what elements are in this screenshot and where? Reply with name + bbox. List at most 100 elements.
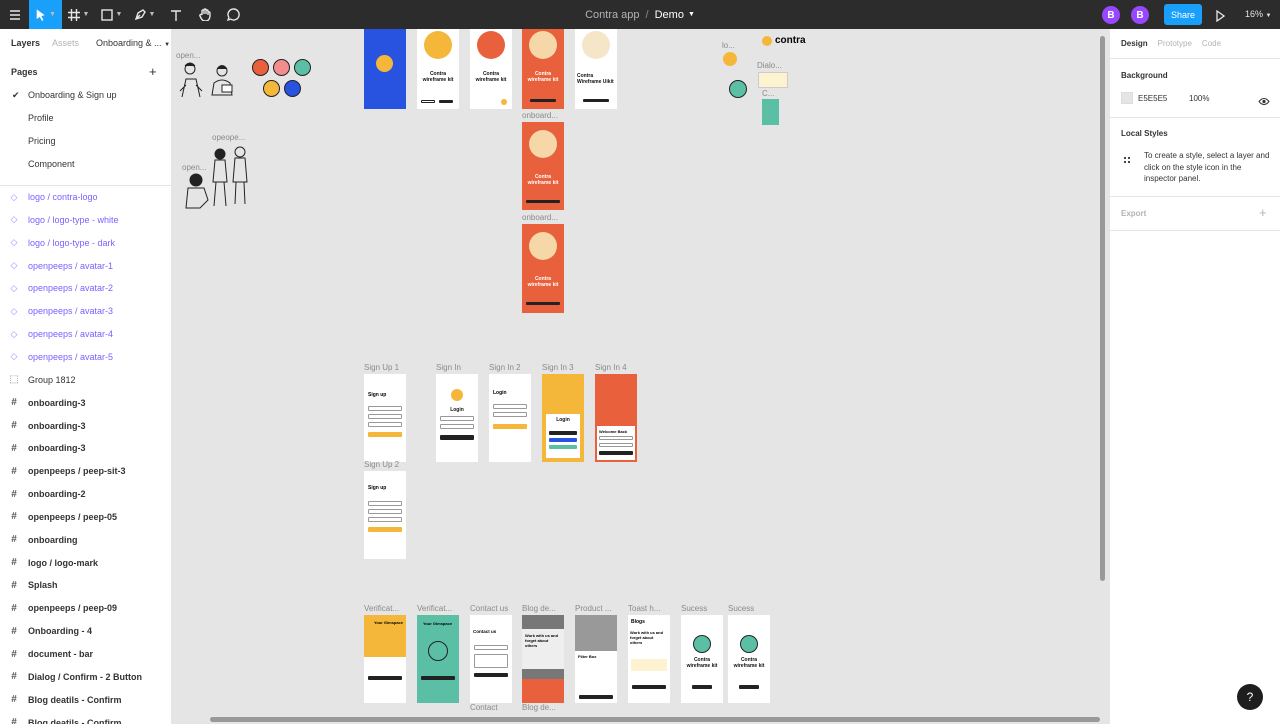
vertical-scrollbar[interactable] [1100,36,1105,581]
text-tool-button[interactable] [161,0,190,29]
layer-item[interactable]: ⬚ Group 1812 [0,369,171,391]
signin-frame[interactable]: Login [489,374,531,462]
layer-item[interactable]: # onboarding [0,528,171,551]
tab-code[interactable]: Code [1202,39,1221,48]
product-frame[interactable]: Filter Box [575,615,617,703]
background-hex-input[interactable]: E5E5E5 [1138,94,1167,103]
layer-item[interactable]: # Onboarding - 4 [0,620,171,643]
frame-label[interactable]: Sign Up 1 [364,363,399,372]
tab-design[interactable]: Design [1121,39,1148,48]
onboarding-frame[interactable]: Contra wireframe kit [522,122,564,210]
page-item-onboarding[interactable]: Onboarding & Sign up [28,90,117,100]
success-frame[interactable]: Contra wireframe kit [681,615,723,703]
present-button[interactable] [1215,9,1226,23]
layer-item[interactable]: ◇ logo / contra-logo [0,186,171,208]
frame-label[interactable]: Verificat... [364,604,399,613]
layer-item[interactable]: ◇ openpeeps / avatar-1 [0,255,171,277]
frame-label[interactable]: Sucess [728,604,754,613]
frame-label[interactable]: opeope... [212,133,245,142]
frame-label[interactable]: Contact [470,703,498,712]
signin-frame[interactable]: Login [542,374,584,462]
frame-label[interactable]: Dialo... [757,61,782,70]
layer-item[interactable]: # onboarding-3 [0,414,171,437]
comment-tool-button[interactable] [219,0,248,29]
share-button[interactable]: Share [1164,4,1202,25]
tab-prototype[interactable]: Prototype [1158,39,1192,48]
frame-label[interactable]: Sign In 3 [542,363,574,372]
blog-frame[interactable]: Work with us and forget about others [522,615,564,703]
avatar[interactable]: B [1102,6,1120,24]
signup-frame[interactable]: Sign up [364,374,406,462]
frame-label[interactable]: open... [176,51,200,60]
toast-frame[interactable]: Blogs Work with us and forget about othe… [628,615,670,703]
people-illustration[interactable] [178,61,238,99]
frame-label[interactable]: Verificat... [417,604,452,613]
layer-item[interactable]: ◇ openpeeps / avatar-3 [0,300,171,322]
tab-assets[interactable]: Assets [52,38,79,48]
eye-icon[interactable] [1258,93,1270,111]
frame-tool-button[interactable]: ▼ [62,0,95,29]
frame-label[interactable]: onboard... [522,111,558,120]
contra-logo-icon[interactable] [723,52,737,66]
layer-item[interactable]: # logo / logo-mark [0,551,171,574]
project-name[interactable]: Contra app [585,9,639,21]
move-tool-button[interactable]: ▼ [29,0,62,29]
canvas[interactable]: open... opeope... open... Contra wirefra… [172,29,1109,724]
signup-frame[interactable]: Sign up [364,471,406,559]
frame-label[interactable]: Blog de... [522,703,556,712]
frame-label[interactable]: lo... [722,41,735,50]
layer-item[interactable]: # onboarding-3 [0,437,171,460]
onboarding-frame[interactable]: Contra Wireframe Uikit [575,29,617,109]
signin-frame[interactable]: Login [436,374,478,462]
frame-label[interactable]: Product ... [575,604,611,613]
contact-frame[interactable]: Contact us [470,615,512,703]
help-button[interactable]: ? [1237,684,1263,710]
avatar[interactable]: B [1131,6,1149,24]
layer-item[interactable]: ◇ openpeeps / avatar-5 [0,346,171,368]
add-page-icon[interactable]: + [149,64,157,79]
hamburger-icon[interactable] [0,0,29,29]
layer-item[interactable]: ◇ openpeeps / avatar-4 [0,323,171,345]
people-illustration[interactable] [182,144,252,212]
dialog-frame[interactable] [758,72,788,88]
onboarding-frame[interactable]: Contra wireframe kit [417,29,459,109]
pen-tool-button[interactable]: ▼ [128,0,161,29]
chevron-down-icon[interactable]: ▼ [688,11,695,18]
rectangle-tool-button[interactable]: ▼ [95,0,128,29]
page-name[interactable]: Demo [655,9,684,21]
onboarding-frame[interactable]: Contra wireframe kit [522,29,564,109]
hand-tool-button[interactable] [190,0,219,29]
layer-item[interactable]: # openpeeps / peep-05 [0,505,171,528]
background-swatch[interactable] [1121,92,1133,104]
onboarding-frame[interactable]: Contra wireframe kit [522,224,564,313]
frame-label[interactable]: Sign In [436,363,461,372]
onboarding-frame[interactable]: Contra wireframe kit [470,29,512,109]
layer-item[interactable]: # Splash [0,574,171,597]
frame-label[interactable]: Sign Up 2 [364,460,399,469]
frame-label[interactable]: Blog de... [522,604,556,613]
page-item-component[interactable]: Component [28,159,75,169]
splash-frame[interactable] [364,29,406,109]
success-frame[interactable]: Contra wireframe kit [728,615,770,703]
frame-label[interactable]: Sucess [681,604,707,613]
layer-item[interactable]: # Blog deatils - Confirm [0,688,171,711]
page-item-profile[interactable]: Profile [28,113,54,123]
frame-label[interactable]: Toast h... [628,604,660,613]
signin-frame[interactable]: Welcome Back [595,374,637,462]
layer-item[interactable]: ◇ logo / logo-type - white [0,209,171,231]
horizontal-scrollbar[interactable] [210,717,1100,722]
layer-item[interactable]: # Blog deatils - Confirm [0,711,171,724]
verification-frame[interactable]: Your Gimspace [417,615,459,703]
page-selector[interactable]: Onboarding & ... ▼ [96,38,170,48]
check-circle-icon[interactable] [729,80,747,98]
frame-label[interactable]: Sign In 2 [489,363,521,372]
layer-item[interactable]: ◇ openpeeps / avatar-2 [0,277,171,299]
layer-item[interactable]: ◇ logo / logo-type - dark [0,232,171,254]
background-opacity-input[interactable]: 100% [1189,94,1209,103]
layer-item[interactable]: # Dialog / Confirm - 2 Button [0,665,171,688]
layer-item[interactable]: # openpeeps / peep-09 [0,597,171,620]
logo-type[interactable]: contra [762,35,806,46]
layer-item[interactable]: # openpeeps / peep-sit-3 [0,460,171,483]
layer-item[interactable]: # onboarding-3 [0,391,171,414]
frame-label[interactable]: C... [762,89,774,98]
